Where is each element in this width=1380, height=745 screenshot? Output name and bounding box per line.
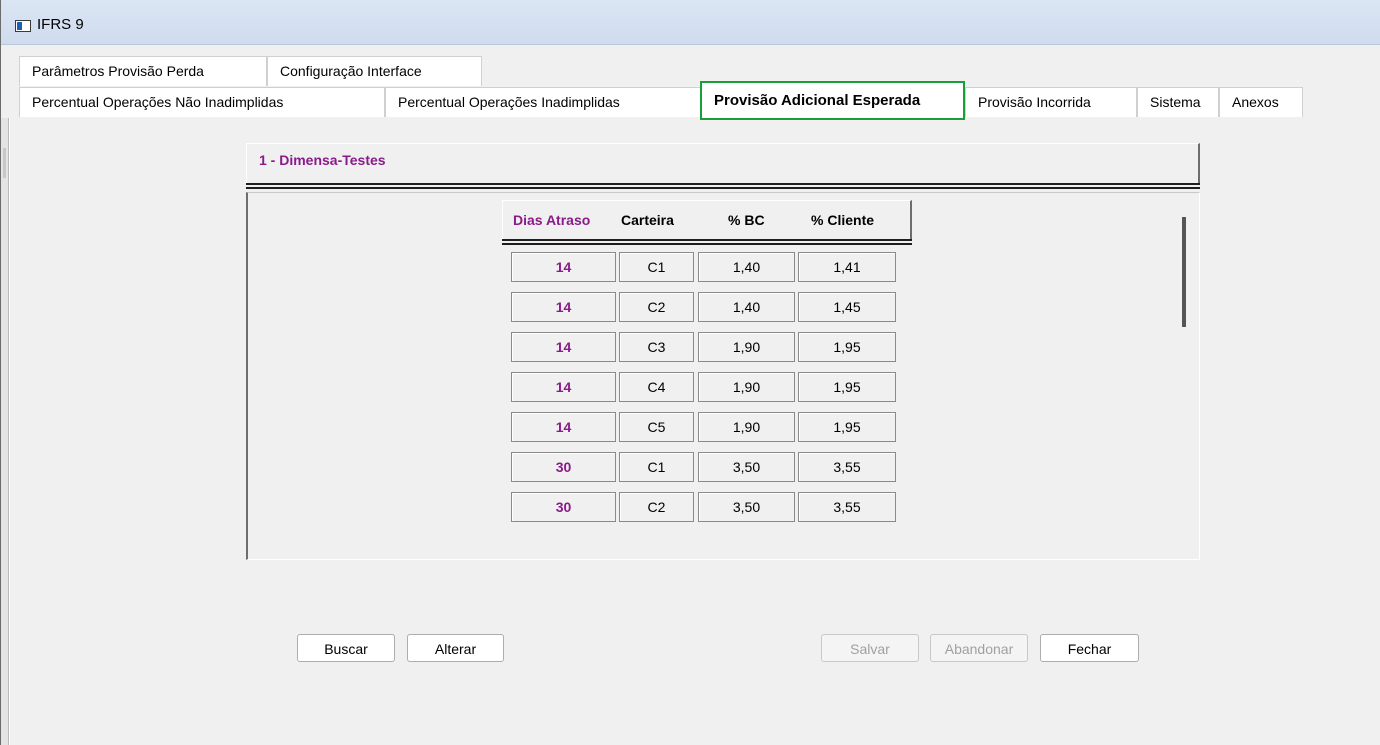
salvar-button[interactable]: Salvar: [821, 634, 919, 662]
table-header-divider-top: [502, 239, 912, 241]
app-window: IFRS 9 Parâmetros Provisão Perda Configu…: [0, 0, 1380, 745]
tab-anexos[interactable]: Anexos: [1219, 87, 1303, 117]
tab-percentual-nao-inadimplidas[interactable]: Percentual Operações Não Inadimplidas: [19, 87, 385, 117]
app-window-icon: [15, 20, 31, 32]
col-header-bc: % BC: [728, 212, 765, 228]
cell-carteira[interactable]: C2: [619, 492, 694, 522]
group-divider-top: [246, 183, 1200, 185]
cell-dias-atraso[interactable]: 30: [511, 452, 616, 482]
cell-carteira[interactable]: C5: [619, 412, 694, 442]
window-title: IFRS 9: [37, 16, 84, 33]
cell-carteira[interactable]: C1: [619, 252, 694, 282]
tab-parametros-provisao-perda[interactable]: Parâmetros Provisão Perda: [19, 56, 267, 86]
cell-cliente[interactable]: 3,55: [798, 492, 896, 522]
cell-dias-atraso[interactable]: 14: [511, 372, 616, 402]
tab-sistema[interactable]: Sistema: [1137, 87, 1219, 117]
group-divider-bottom: [246, 187, 1200, 189]
cell-dias-atraso[interactable]: 14: [511, 412, 616, 442]
cell-cliente[interactable]: 1,45: [798, 292, 896, 322]
cell-dias-atraso[interactable]: 14: [511, 252, 616, 282]
vertical-scrollbar[interactable]: [1182, 217, 1186, 327]
cell-carteira[interactable]: C3: [619, 332, 694, 362]
cell-cliente[interactable]: 1,95: [798, 372, 896, 402]
cell-bc[interactable]: 1,40: [698, 252, 795, 282]
cell-carteira[interactable]: C1: [619, 452, 694, 482]
cell-dias-atraso[interactable]: 30: [511, 492, 616, 522]
buscar-button[interactable]: Buscar: [297, 634, 395, 662]
tab-provisao-incorrida[interactable]: Provisão Incorrida: [965, 87, 1137, 117]
tab-configuracao-interface[interactable]: Configuração Interface: [267, 56, 482, 86]
fechar-button[interactable]: Fechar: [1040, 634, 1139, 662]
cell-carteira[interactable]: C4: [619, 372, 694, 402]
cell-cliente[interactable]: 1,95: [798, 332, 896, 362]
title-bar: IFRS 9: [1, 0, 1380, 45]
left-scroll-edge: [1, 118, 9, 745]
col-header-cliente: % Cliente: [811, 212, 875, 228]
cell-bc[interactable]: 1,40: [698, 292, 795, 322]
cell-dias-atraso[interactable]: 14: [511, 292, 616, 322]
group-header: 1 - Dimensa-Testes: [246, 143, 1200, 183]
cell-cliente[interactable]: 1,41: [798, 252, 896, 282]
tab-provisao-adicional-esperada[interactable]: Provisão Adicional Esperada: [700, 81, 965, 120]
cell-carteira[interactable]: C2: [619, 292, 694, 322]
col-header-carteira: Carteira: [621, 212, 674, 228]
cell-bc[interactable]: 3,50: [698, 452, 795, 482]
alterar-button[interactable]: Alterar: [407, 634, 504, 662]
tab-percentual-inadimplidas[interactable]: Percentual Operações Inadimplidas: [385, 87, 701, 117]
tab-row-1: Parâmetros Provisão Perda Configuração I…: [1, 56, 1380, 86]
left-scroll-knob: [3, 148, 6, 178]
table-header-divider-bottom: [502, 243, 912, 245]
cell-bc[interactable]: 3,50: [698, 492, 795, 522]
cell-bc[interactable]: 1,90: [698, 372, 795, 402]
cell-dias-atraso[interactable]: 14: [511, 332, 616, 362]
abandonar-button[interactable]: Abandonar: [930, 634, 1028, 662]
cell-cliente[interactable]: 3,55: [798, 452, 896, 482]
cell-bc[interactable]: 1,90: [698, 332, 795, 362]
col-header-dias-atraso: Dias Atraso: [513, 212, 591, 228]
cell-bc[interactable]: 1,90: [698, 412, 795, 442]
tab-row-2: Percentual Operações Não Inadimplidas Pe…: [1, 81, 1380, 120]
group-title: 1 - Dimensa-Testes: [259, 152, 386, 168]
cell-cliente[interactable]: 1,95: [798, 412, 896, 442]
